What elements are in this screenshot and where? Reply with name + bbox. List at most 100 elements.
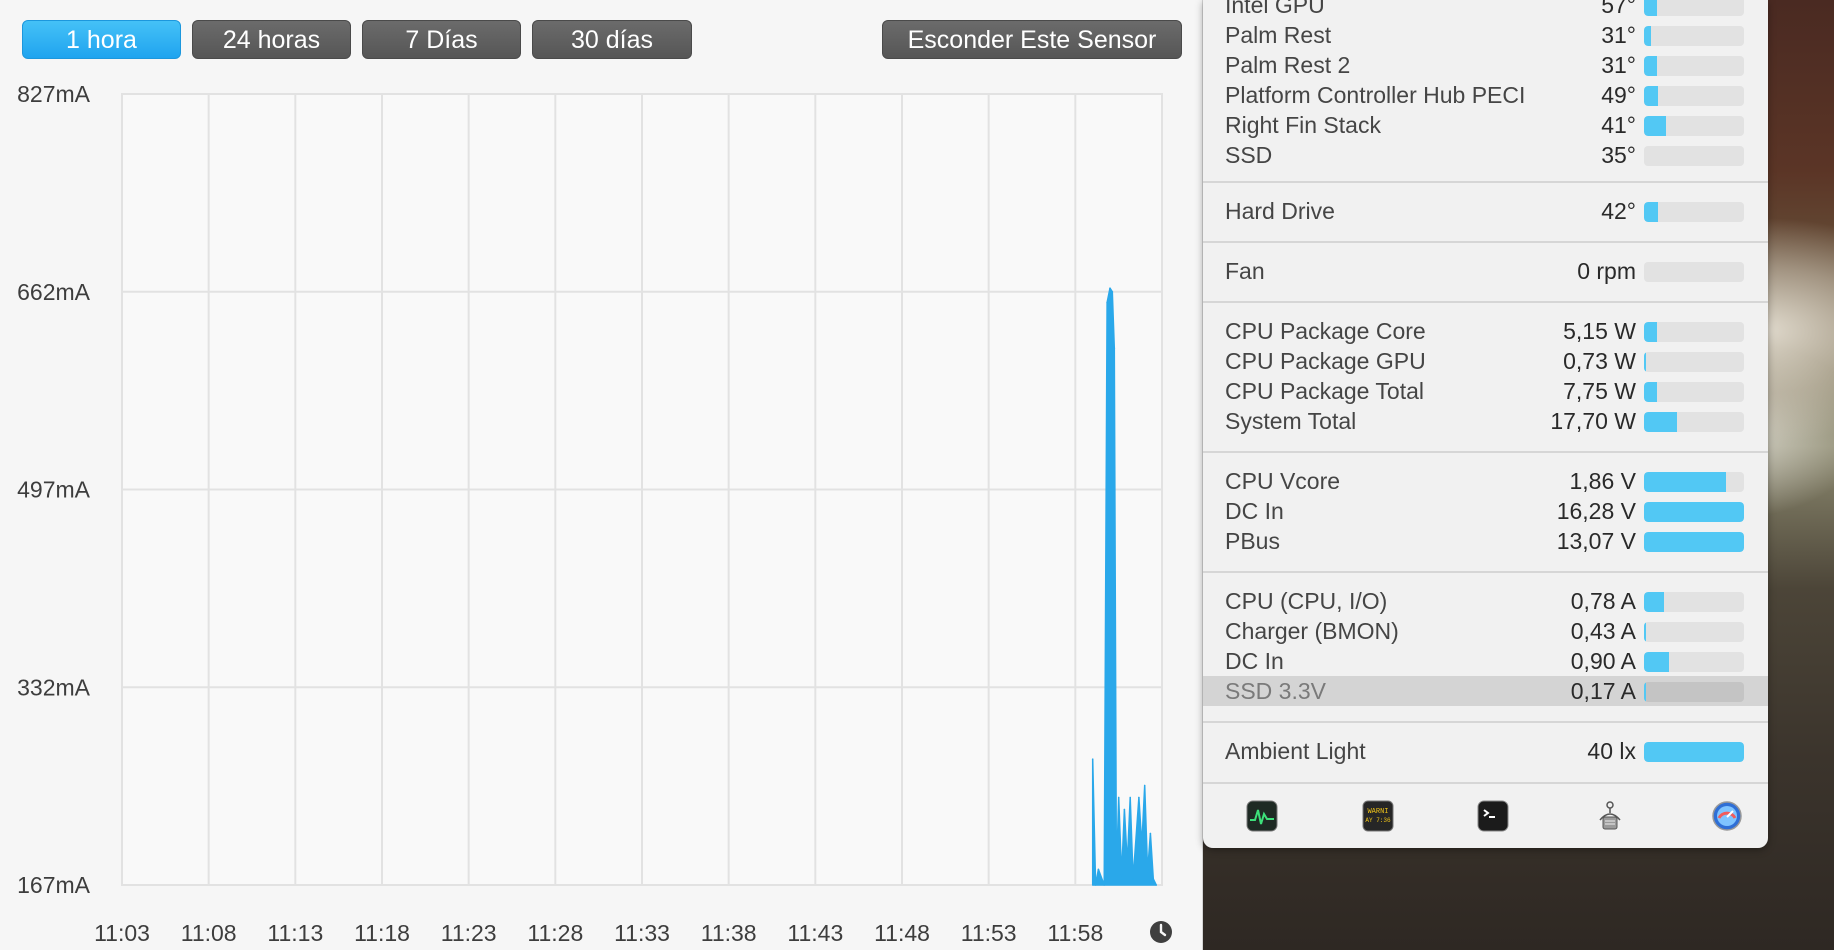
sensor-value: 17,70 W <box>1550 408 1636 434</box>
sensor-row-fan[interactable]: Fan 0 rpm <box>1203 256 1768 286</box>
sensor-row-dc-in[interactable]: DC In 0,90 A <box>1203 646 1768 676</box>
sensor-level-bar <box>1644 382 1744 402</box>
section-divider <box>1203 451 1768 453</box>
activity-monitor-icon[interactable] <box>1246 800 1278 832</box>
sensor-name: Palm Rest 2 <box>1225 52 1351 78</box>
sensor-row-platform-controller-hub-peci[interactable]: Platform Controller Hub PECI 49° <box>1203 80 1768 110</box>
sensor-row-hard-drive[interactable]: Hard Drive 42° <box>1203 196 1768 226</box>
x-tick-label: 11:48 <box>874 920 930 946</box>
sensor-row-cpu-package-gpu[interactable]: CPU Package GPU 0,73 W <box>1203 346 1768 376</box>
sensor-value: 31° <box>1601 52 1636 78</box>
sensor-level-fill <box>1644 682 1646 702</box>
x-tick-label: 11:18 <box>354 920 410 946</box>
sensor-value: 42° <box>1601 198 1636 224</box>
data-point <box>1094 884 1097 886</box>
sensor-name: CPU (CPU, I/O) <box>1225 588 1388 614</box>
sensor-row-right-fin-stack[interactable]: Right Fin Stack 41° <box>1203 110 1768 140</box>
data-point <box>1152 878 1155 880</box>
sensor-level-bar <box>1644 56 1744 76</box>
y-tick-label: 827mA <box>17 81 91 107</box>
sensor-level-bar <box>1644 262 1744 282</box>
sensor-row-cpu-vcore[interactable]: CPU Vcore 1,86 V <box>1203 466 1768 496</box>
sensor-level-fill <box>1644 202 1658 222</box>
terminal-icon[interactable] <box>1477 800 1509 832</box>
data-point <box>1113 347 1116 349</box>
sensor-value: 0,90 A <box>1570 648 1636 674</box>
sensor-value: 31° <box>1601 22 1636 48</box>
data-point <box>1143 784 1146 787</box>
sensor-row-dc-in[interactable]: DC In 16,28 V <box>1203 496 1768 526</box>
sensor-row-charger-bmon[interactable]: Charger (BMON) 0,43 A <box>1203 616 1768 646</box>
sensor-value: 1,86 V <box>1569 468 1637 494</box>
data-point <box>1132 878 1134 880</box>
sensor-name: Ambient Light <box>1225 738 1366 764</box>
sensor-name: DC In <box>1225 498 1284 524</box>
data-point <box>1115 874 1118 877</box>
sensor-name: CPU Vcore <box>1225 468 1341 494</box>
sensor-name: Platform Controller Hub PECI <box>1225 82 1526 108</box>
sensor-name: System Total <box>1225 408 1357 434</box>
x-tick-label: 11:38 <box>701 920 757 946</box>
disk-utility-icon[interactable] <box>1711 800 1743 832</box>
sensor-row-palm-rest-2[interactable]: Palm Rest 2 31° <box>1203 50 1768 80</box>
sensor-level-bar <box>1644 652 1744 672</box>
sensor-row-pbus[interactable]: PBus 13,07 V <box>1203 526 1768 556</box>
data-point <box>1103 884 1105 886</box>
sensor-row-intel-gpu[interactable]: Intel GPU 57° <box>1203 0 1768 20</box>
data-point <box>1138 796 1140 799</box>
section-divider <box>1203 241 1768 243</box>
sensor-value: 5,15 W <box>1563 318 1636 344</box>
current-chart: 827mA 662mA 497mA 332mA 167mA11:03 11:08 11:13… <box>17 81 1163 946</box>
sensor-name: CPU Package Core <box>1225 318 1426 344</box>
sensor-name: PBus <box>1225 528 1280 554</box>
sensor-name: Hard Drive <box>1225 198 1335 224</box>
y-tick-label: 332mA <box>17 674 91 700</box>
data-point <box>1129 796 1131 799</box>
sensor-value: 16,28 V <box>1556 498 1636 524</box>
sensor-value: 0,17 A <box>1570 678 1636 704</box>
sensor-row-palm-rest[interactable]: Palm Rest 31° <box>1203 20 1768 50</box>
sensor-level-bar <box>1644 322 1744 342</box>
sensor-level-fill <box>1644 592 1664 612</box>
sensor-name: DC In <box>1225 648 1284 674</box>
sensor-list-panel: Intel GPU 57° Palm Rest 31° Palm Rest 2 31° Pl… <box>1203 0 1768 848</box>
system-information-icon[interactable] <box>1594 800 1626 832</box>
y-tick-label: 167mA <box>17 872 91 898</box>
sensor-row-cpu-package-total[interactable]: CPU Package Total 7,75 W <box>1203 376 1768 406</box>
data-point <box>1146 871 1149 873</box>
sensor-value: 7,75 W <box>1563 378 1636 404</box>
sensor-row-cpu-package-core[interactable]: CPU Package Core 5,15 W <box>1203 316 1768 346</box>
sensor-name: SSD <box>1225 142 1273 168</box>
section-divider <box>1203 721 1768 723</box>
data-point <box>1097 868 1100 871</box>
sensor-row-ambient-light[interactable]: Ambient Light 40 lx <box>1203 736 1768 766</box>
sensor-level-bar <box>1644 622 1744 642</box>
x-tick-label: 11:08 <box>181 920 237 946</box>
sensor-value: 0,43 A <box>1570 618 1636 644</box>
sensor-row-ssd-3-3v[interactable]: SSD 3.3V 0,17 A <box>1203 676 1768 706</box>
sensor-level-fill <box>1644 352 1646 372</box>
x-tick-label: 11:13 <box>267 920 323 946</box>
sensor-row-system-total[interactable]: System Total 17,70 W <box>1203 406 1768 436</box>
sensor-level-bar <box>1644 146 1744 166</box>
console-icon[interactable]: WARNI AY 7:36 <box>1362 800 1394 832</box>
svg-text:WARNI: WARNI <box>1367 808 1388 816</box>
sensor-level-bar <box>1644 682 1744 702</box>
sensor-level-bar <box>1644 86 1744 106</box>
data-point <box>1117 796 1120 799</box>
x-tick-label: 11:58 <box>1047 920 1103 946</box>
sensor-level-fill <box>1644 26 1651 46</box>
sensor-row-cpu-cpu-i-o[interactable]: CPU (CPU, I/O) 0,78 A <box>1203 586 1768 616</box>
sensor-level-bar <box>1644 202 1744 222</box>
sensor-value: 0,73 W <box>1563 348 1636 374</box>
sensor-level-fill <box>1644 116 1666 136</box>
y-tick-label: 497mA <box>17 477 91 503</box>
sensor-level-fill <box>1644 56 1657 76</box>
sensor-level-fill <box>1644 322 1657 342</box>
x-tick-label: 11:03 <box>94 920 150 946</box>
sensor-row-ssd[interactable]: SSD 35° <box>1203 140 1768 170</box>
sensor-value: 57° <box>1601 0 1636 18</box>
sensor-level-bar <box>1644 116 1744 136</box>
section-divider <box>1203 301 1768 303</box>
clock-icon[interactable] <box>1149 920 1173 944</box>
